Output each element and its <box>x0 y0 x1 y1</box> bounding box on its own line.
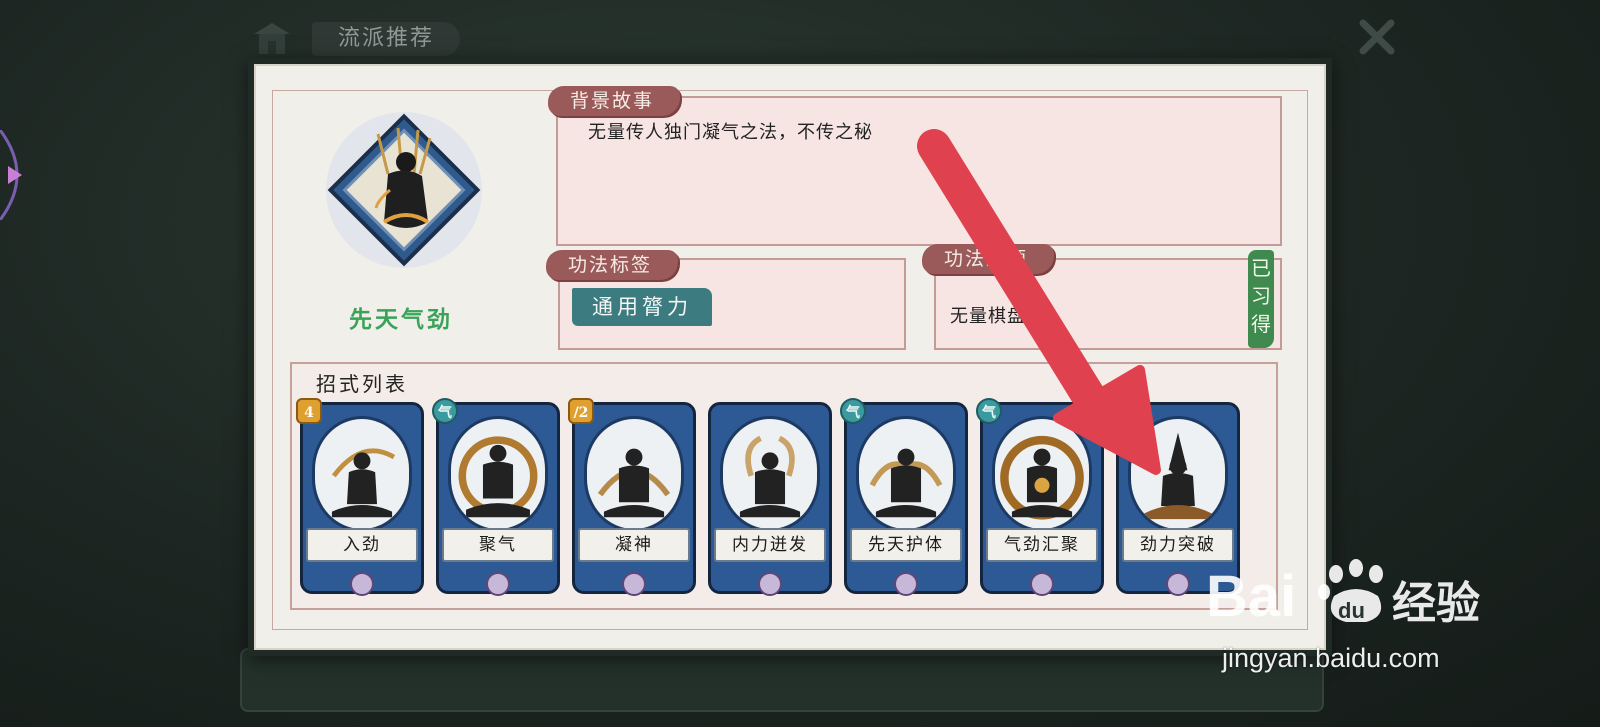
move-name: 凝神 <box>578 528 690 562</box>
svg-text:Bai: Bai <box>1206 564 1296 629</box>
move-card[interactable]: 气劲汇聚 气 <box>976 398 1104 596</box>
move-card[interactable]: 入劲 4 <box>296 398 424 596</box>
close-icon[interactable] <box>1355 15 1399 59</box>
move-qi-badge: 气 <box>432 398 458 424</box>
skill-source-value: 无量棋盘 <box>950 306 1026 327</box>
move-name: 入劲 <box>306 528 418 562</box>
background-story-text: 无量传人独门凝气之法，不传之秘 <box>588 122 873 143</box>
skill-name: 先天气劲 <box>349 306 453 333</box>
side-expand-icon[interactable] <box>0 130 40 220</box>
move-figure-icon <box>720 416 820 532</box>
move-type-icon <box>1166 572 1190 596</box>
background-story-label: 背景故事 <box>548 86 681 116</box>
move-card[interactable]: 先天护体 气 <box>840 398 968 596</box>
page-title: 流派推荐 <box>312 22 460 56</box>
skill-tags-label: 功法标签 <box>546 250 679 280</box>
watermark-url: jingyan.baidu.com <box>1222 643 1440 673</box>
moves-list-title: 招式列表 <box>316 372 408 396</box>
move-figure-icon <box>448 416 548 532</box>
move-type-icon <box>350 572 374 596</box>
move-type-icon <box>894 572 918 596</box>
move-name: 聚气 <box>442 528 554 562</box>
move-qi-badge: 气 <box>840 398 866 424</box>
learned-status-badge: 已习得 <box>1248 250 1274 348</box>
move-type-icon <box>758 572 782 596</box>
home-icon[interactable] <box>250 20 294 56</box>
move-cost-badge: /2 <box>568 398 594 424</box>
skill-source-label: 功法来源 <box>922 244 1055 274</box>
skill-portrait-icon <box>326 112 482 268</box>
move-name: 内力迸发 <box>714 528 826 562</box>
skill-tag-chip[interactable]: 通用膂力 <box>572 288 712 326</box>
svg-text:经验: 经验 <box>1392 578 1480 629</box>
move-name: 先天护体 <box>850 528 962 562</box>
move-figure-icon <box>584 416 684 532</box>
move-figure-icon <box>312 416 412 532</box>
move-type-icon <box>486 572 510 596</box>
move-figure-icon <box>992 416 1092 532</box>
svg-text:du: du <box>1338 598 1365 623</box>
move-name: 气劲汇聚 <box>986 528 1098 562</box>
move-type-icon <box>1030 572 1054 596</box>
move-figure-icon <box>1128 416 1228 532</box>
move-cost-badge: 4 <box>296 398 322 424</box>
move-figure-icon <box>856 416 956 532</box>
baidu-watermark-logo: Bai du 经验 <box>1206 559 1480 629</box>
bottom-bar <box>240 648 1324 712</box>
move-type-icon <box>622 572 646 596</box>
move-card[interactable]: 内力迸发 <box>708 402 832 596</box>
move-qi-badge: 气 <box>976 398 1002 424</box>
move-card[interactable]: 聚气 气 <box>432 398 560 596</box>
move-card[interactable]: 凝神 /2 <box>568 398 696 596</box>
